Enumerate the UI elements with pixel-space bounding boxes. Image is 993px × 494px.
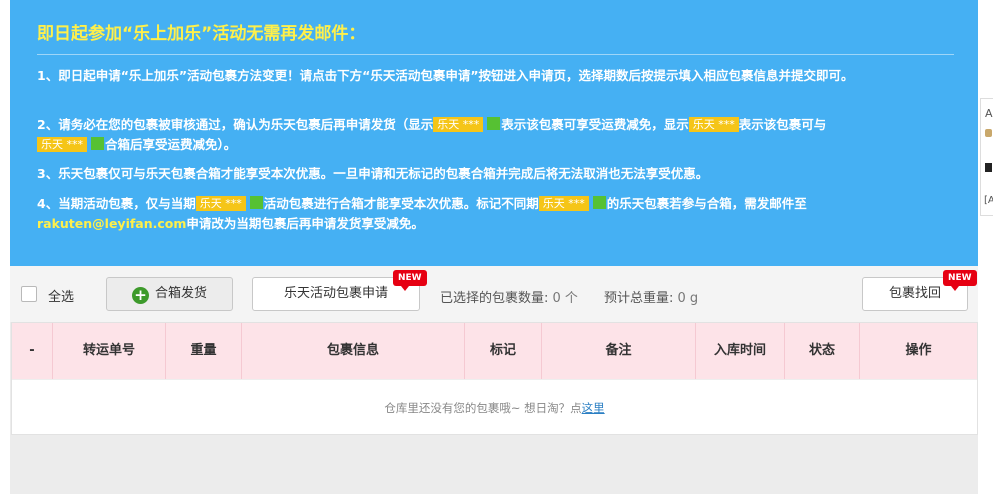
empty-state: 仓库里还没有您的包裹哦~ 想日淘？点这里	[12, 379, 977, 435]
rakuten-tag: 乐天 ***	[37, 137, 87, 152]
notice-item-4-text-d: 申请改为当期包裹后再申请发货享受减免。	[186, 216, 424, 231]
notice-item-3: 3、乐天包裹仅可与乐天包裹合箱才能享受本次优惠。一旦申请和无标记的包裹合箱并完成…	[37, 166, 709, 181]
notice-item-2-text-a: 2、请务必在您的包裹被审核通过，确认为乐天包裹后再申请发货（显示	[37, 117, 434, 132]
package-recover-label: 包裹找回	[888, 286, 941, 301]
selected-count: 已选择的包裹数量: 0 个	[440, 287, 578, 306]
total-weight-value: 0 g	[677, 291, 699, 306]
column-header[interactable]: 转运单号	[53, 323, 166, 379]
rakuten-tag: 乐天 ***	[538, 196, 589, 211]
select-all-checkbox[interactable]	[21, 286, 37, 302]
support-email-link[interactable]: rakuten@leyifan.com	[37, 216, 186, 231]
package-table: - 转运单号 重量 包裹信息 标记 备注 入库时间 状态 操作 仓库里还没有您的…	[11, 322, 978, 435]
notice-item-2-text-d: 合箱后享受运费减免）。	[105, 137, 237, 152]
notice-item-1: 1、即日起申请“乐上加乐”活动包裹方法变更！请点击下方“乐天活动包裹申请”按钮进…	[37, 68, 854, 83]
notice-item-4-text-a: 4、当期活动包裹，仅与当期	[37, 196, 196, 211]
side-panel-icon	[985, 129, 992, 137]
notice-item-4-text-c: 的乐天包裹若参与合箱，需发邮件至	[606, 196, 807, 211]
new-badge: NEW	[393, 270, 427, 291]
column-header[interactable]: -	[12, 323, 53, 379]
green-mark-icon	[91, 137, 104, 150]
side-panel-label: [A	[984, 195, 993, 206]
package-toolbar: 全选 + 合箱发货 乐天活动包裹申请 NEW 已选择的包裹数量: 0 个 预计总重…	[10, 266, 978, 322]
combine-ship-button[interactable]: + 合箱发货	[106, 277, 233, 311]
column-header[interactable]: 包裹信息	[242, 323, 465, 379]
green-mark-icon	[249, 196, 263, 209]
notice-title: 即日起参加“乐上加乐”活动无需再发邮件：	[37, 24, 366, 44]
selected-count-value: 0 个	[552, 291, 578, 306]
notice-divider	[37, 54, 954, 55]
column-header[interactable]: 备注	[542, 323, 696, 379]
column-header[interactable]: 重量	[166, 323, 242, 379]
side-panel[interactable]: A [A	[980, 98, 993, 216]
notice-banner: 即日起参加“乐上加乐”活动无需再发邮件： 1、即日起申请“乐上加乐”活动包裹方法…	[10, 0, 978, 266]
combine-ship-label: 合箱发货	[154, 286, 207, 301]
side-panel-letter: A	[985, 107, 993, 120]
green-mark-icon	[592, 196, 606, 209]
side-panel-square-icon	[985, 163, 992, 172]
rakuten-tag: 乐天 ***	[433, 117, 484, 132]
column-header[interactable]: 入库时间	[696, 323, 785, 379]
notice-item-4: 4、当期活动包裹，仅与当期 乐天 *** 活动包裹进行合箱才能享受本次优惠。标记不同…	[37, 194, 957, 234]
notice-item-2-text-c: 表示该包裹可与	[738, 117, 827, 132]
green-mark-icon	[487, 117, 501, 130]
column-header[interactable]: 标记	[465, 323, 542, 379]
rakuten-tag: 乐天 ***	[688, 117, 739, 132]
empty-state-link[interactable]: 这里	[582, 401, 605, 415]
total-weight: 预计总重量: 0 g	[604, 287, 698, 306]
selected-count-label: 已选择的包裹数量:	[440, 291, 549, 306]
column-header[interactable]: 操作	[860, 323, 977, 379]
notice-item-2-text-b: 表示该包裹可享受运费减免，显示	[501, 117, 689, 132]
notice-item-2: 2、请务必在您的包裹被审核通过，确认为乐天包裹后再申请发货（显示 乐天 *** 表示…	[37, 115, 957, 155]
notice-item-4-text-b: 活动包裹进行合箱才能享受本次优惠。标记不同期	[263, 196, 539, 211]
right-edge	[978, 0, 993, 494]
table-header: - 转运单号 重量 包裹信息 标记 备注 入库时间 状态 操作	[12, 323, 977, 379]
select-all-label[interactable]: 全选	[48, 286, 74, 305]
total-weight-label: 预计总重量:	[604, 291, 674, 306]
empty-state-text: 仓库里还没有您的包裹哦~ 想日淘？点	[384, 401, 582, 415]
rakuten-apply-label: 乐天活动包裹申请	[283, 286, 388, 301]
plus-icon: +	[131, 287, 149, 304]
column-header[interactable]: 状态	[785, 323, 860, 379]
rakuten-tag: 乐天 ***	[195, 196, 246, 211]
new-badge: NEW	[943, 270, 977, 291]
